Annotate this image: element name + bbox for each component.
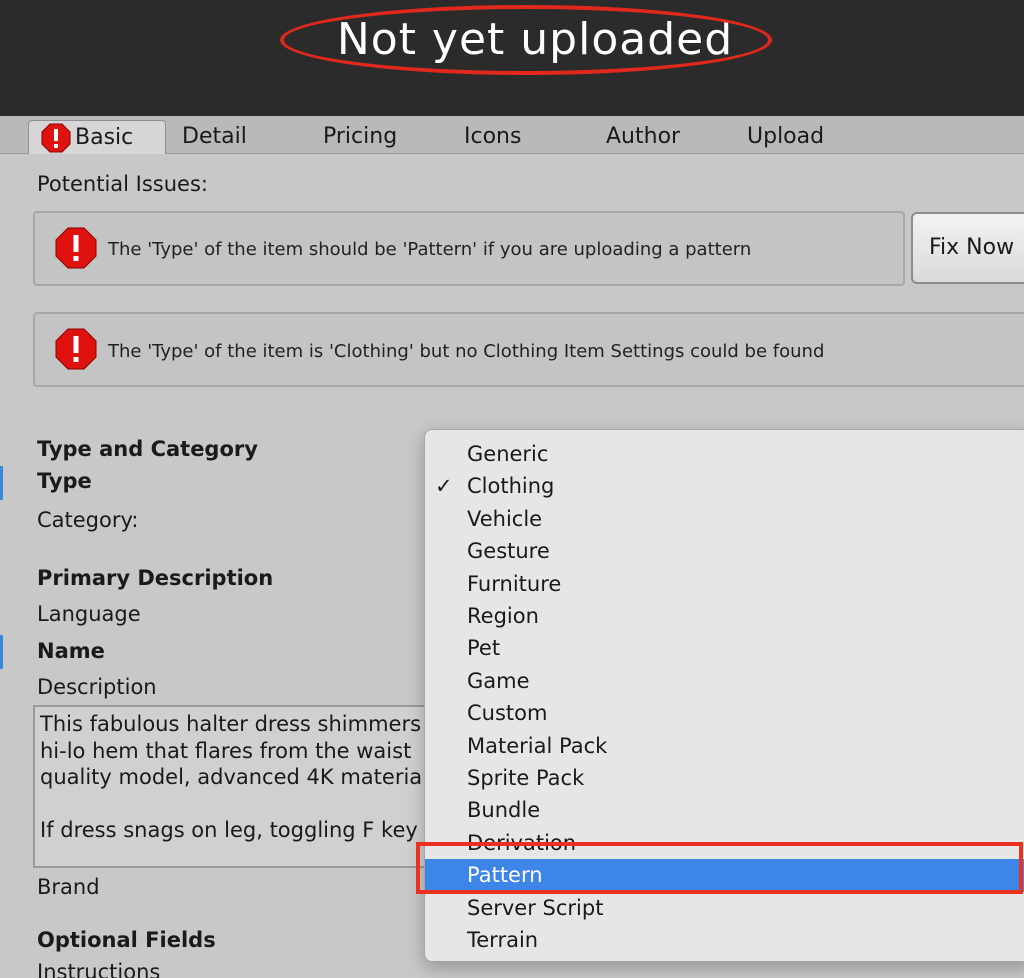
tab-bar: Basic Detail Pricing Icons Author Upload [0, 116, 1024, 154]
dropdown-item-generic[interactable]: Generic [425, 438, 1024, 470]
dropdown-item-label: Custom [467, 701, 548, 726]
dropdown-item-game[interactable]: Game [425, 665, 1024, 697]
dropdown-item-terrain[interactable]: Terrain [425, 924, 1024, 956]
dropdown-item-clothing[interactable]: ✓ Clothing [425, 470, 1024, 502]
dropdown-item-label: Sprite Pack [467, 766, 585, 790]
fix-now-button[interactable]: Fix Now [911, 212, 1024, 284]
dropdown-item-label: Server Script [467, 895, 604, 920]
tab-detail[interactable]: Detail [182, 120, 247, 154]
dropdown-item-label: Game [467, 668, 530, 693]
dropdown-item-label: Terrain [467, 928, 539, 952]
category-label: Category: [37, 508, 139, 532]
optional-fields-heading: Optional Fields [37, 928, 216, 952]
dropdown-item-custom[interactable]: Custom [425, 697, 1024, 729]
primary-description-heading: Primary Description [37, 566, 274, 590]
dropdown-item-label: Gesture [467, 539, 550, 564]
instructions-label: Instructions [37, 960, 161, 978]
checkmark-icon: ✓ [435, 474, 453, 499]
name-label: Name [37, 639, 105, 663]
potential-issues-heading: Potential Issues: [37, 172, 208, 196]
issue-box: The 'Type' of the item is 'Clothing' but… [33, 312, 1024, 387]
tab-icons[interactable]: Icons [464, 120, 521, 154]
dropdown-item-label: Derivation [467, 830, 577, 855]
error-icon [55, 328, 97, 370]
tab-label: Pricing [323, 124, 398, 149]
dropdown-item-pattern[interactable]: Pattern [425, 859, 1024, 892]
modified-indicator [0, 635, 3, 669]
dropdown-item-derivation[interactable]: Derivation [425, 827, 1024, 859]
dropdown-item-gesture[interactable]: Gesture [425, 535, 1024, 567]
tab-label: Author [606, 124, 681, 149]
description-textarea[interactable]: This fabulous halter dress shimmers hi-l… [33, 705, 453, 868]
dropdown-item-region[interactable]: Region [425, 600, 1024, 632]
header-bar: Not yet uploaded [0, 0, 1024, 116]
tab-pricing[interactable]: Pricing [323, 120, 397, 154]
dropdown-item-label: Clothing [467, 474, 555, 499]
tab-label: Basic [75, 125, 134, 150]
tab-upload[interactable]: Upload [747, 120, 824, 154]
dropdown-item-furniture[interactable]: Furniture [425, 568, 1024, 600]
dropdown-item-label: Region [467, 604, 539, 628]
dropdown-item-label: Generic [467, 442, 549, 466]
brand-label: Brand [37, 875, 100, 899]
tab-label: Upload [747, 124, 825, 149]
type-label: Type [37, 469, 92, 493]
error-icon [41, 123, 71, 153]
dropdown-item-material-pack[interactable]: Material Pack [425, 730, 1024, 762]
dropdown-item-label: Furniture [467, 571, 562, 596]
dropdown-item-label: Vehicle [467, 506, 543, 531]
modified-indicator [0, 466, 3, 500]
dropdown-item-pet[interactable]: Pet [425, 632, 1024, 664]
tab-basic[interactable]: Basic [28, 120, 166, 154]
dropdown-item-label: Pattern [467, 863, 543, 888]
tab-label: Icons [464, 124, 522, 149]
type-dropdown-menu: Generic ✓ Clothing Vehicle Gesture Furni… [424, 429, 1024, 962]
description-label: Description [37, 675, 157, 699]
dropdown-item-label: Bundle [467, 798, 541, 823]
tab-label: Detail [182, 124, 247, 149]
issue-message: The 'Type' of the item is 'Clothing' but… [108, 341, 825, 362]
annotation-ellipse [280, 5, 772, 75]
issue-box: The 'Type' of the item should be 'Patter… [33, 211, 905, 286]
dropdown-item-server-script[interactable]: Server Script [425, 892, 1024, 924]
error-icon [55, 227, 97, 269]
dropdown-item-label: Pet [467, 636, 501, 661]
dropdown-item-sprite-pack[interactable]: Sprite Pack [425, 762, 1024, 794]
issue-message: The 'Type' of the item should be 'Patter… [108, 239, 752, 260]
dropdown-item-label: Material Pack [467, 733, 608, 758]
tab-author[interactable]: Author [606, 120, 680, 154]
dropdown-item-vehicle[interactable]: Vehicle [425, 503, 1024, 535]
language-label: Language [37, 602, 141, 626]
type-category-heading: Type and Category [37, 437, 258, 461]
dropdown-item-bundle[interactable]: Bundle [425, 794, 1024, 826]
